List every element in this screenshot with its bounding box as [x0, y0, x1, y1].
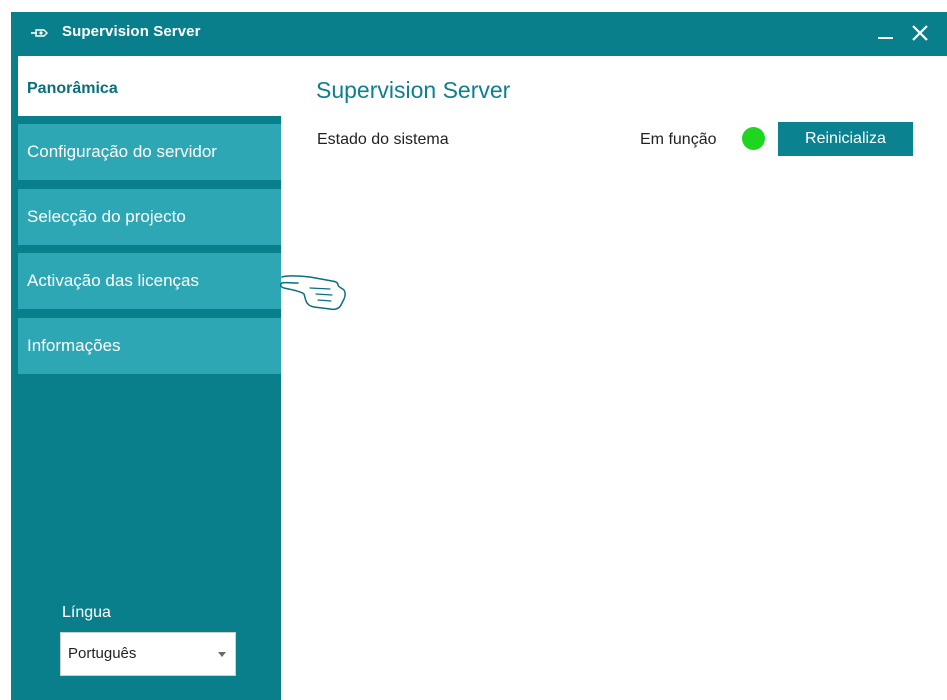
language-selected-value: Português [68, 645, 137, 662]
language-select[interactable]: Português [60, 632, 236, 676]
pointing-hand-cursor-icon [280, 275, 346, 311]
sidebar-item-label: Activação das licenças [27, 271, 199, 290]
system-status-label: Estado do sistema [317, 131, 449, 148]
sidebar-item-panoramica[interactable]: Panorâmica [18, 56, 281, 116]
app-window: Supervision Server Panorâmica Configuraç… [0, 0, 947, 700]
sidebar-item-project-selection[interactable]: Selecção do projecto [18, 189, 281, 245]
window-title: Supervision Server [62, 23, 201, 40]
close-icon [912, 25, 928, 41]
app-logo-icon [31, 29, 48, 37]
minimize-icon [878, 37, 893, 39]
title-bar[interactable]: Supervision Server [11, 12, 947, 56]
sidebar-item-label: Panorâmica [27, 80, 118, 97]
page-title: Supervision Server [316, 77, 511, 103]
status-indicator-icon [742, 127, 765, 150]
system-status-value: Em função [640, 131, 717, 148]
sidebar-item-server-config[interactable]: Configuração do servidor [18, 124, 281, 180]
window-border-left [11, 12, 18, 700]
language-label: Língua [62, 604, 111, 621]
minimize-button[interactable] [873, 20, 899, 46]
sidebar: Panorâmica Configuração do servidor Sele… [18, 56, 281, 700]
sidebar-item-label: Informações [27, 336, 121, 355]
sidebar-item-information[interactable]: Informações [18, 318, 281, 374]
sidebar-item-license-activation[interactable]: Activação das licenças [18, 253, 281, 309]
chevron-down-icon [218, 652, 226, 657]
sidebar-item-label: Configuração do servidor [27, 142, 217, 161]
sidebar-item-label: Selecção do projecto [27, 207, 186, 226]
restart-button[interactable]: Reinicializa [778, 122, 913, 156]
close-button[interactable] [908, 20, 934, 46]
